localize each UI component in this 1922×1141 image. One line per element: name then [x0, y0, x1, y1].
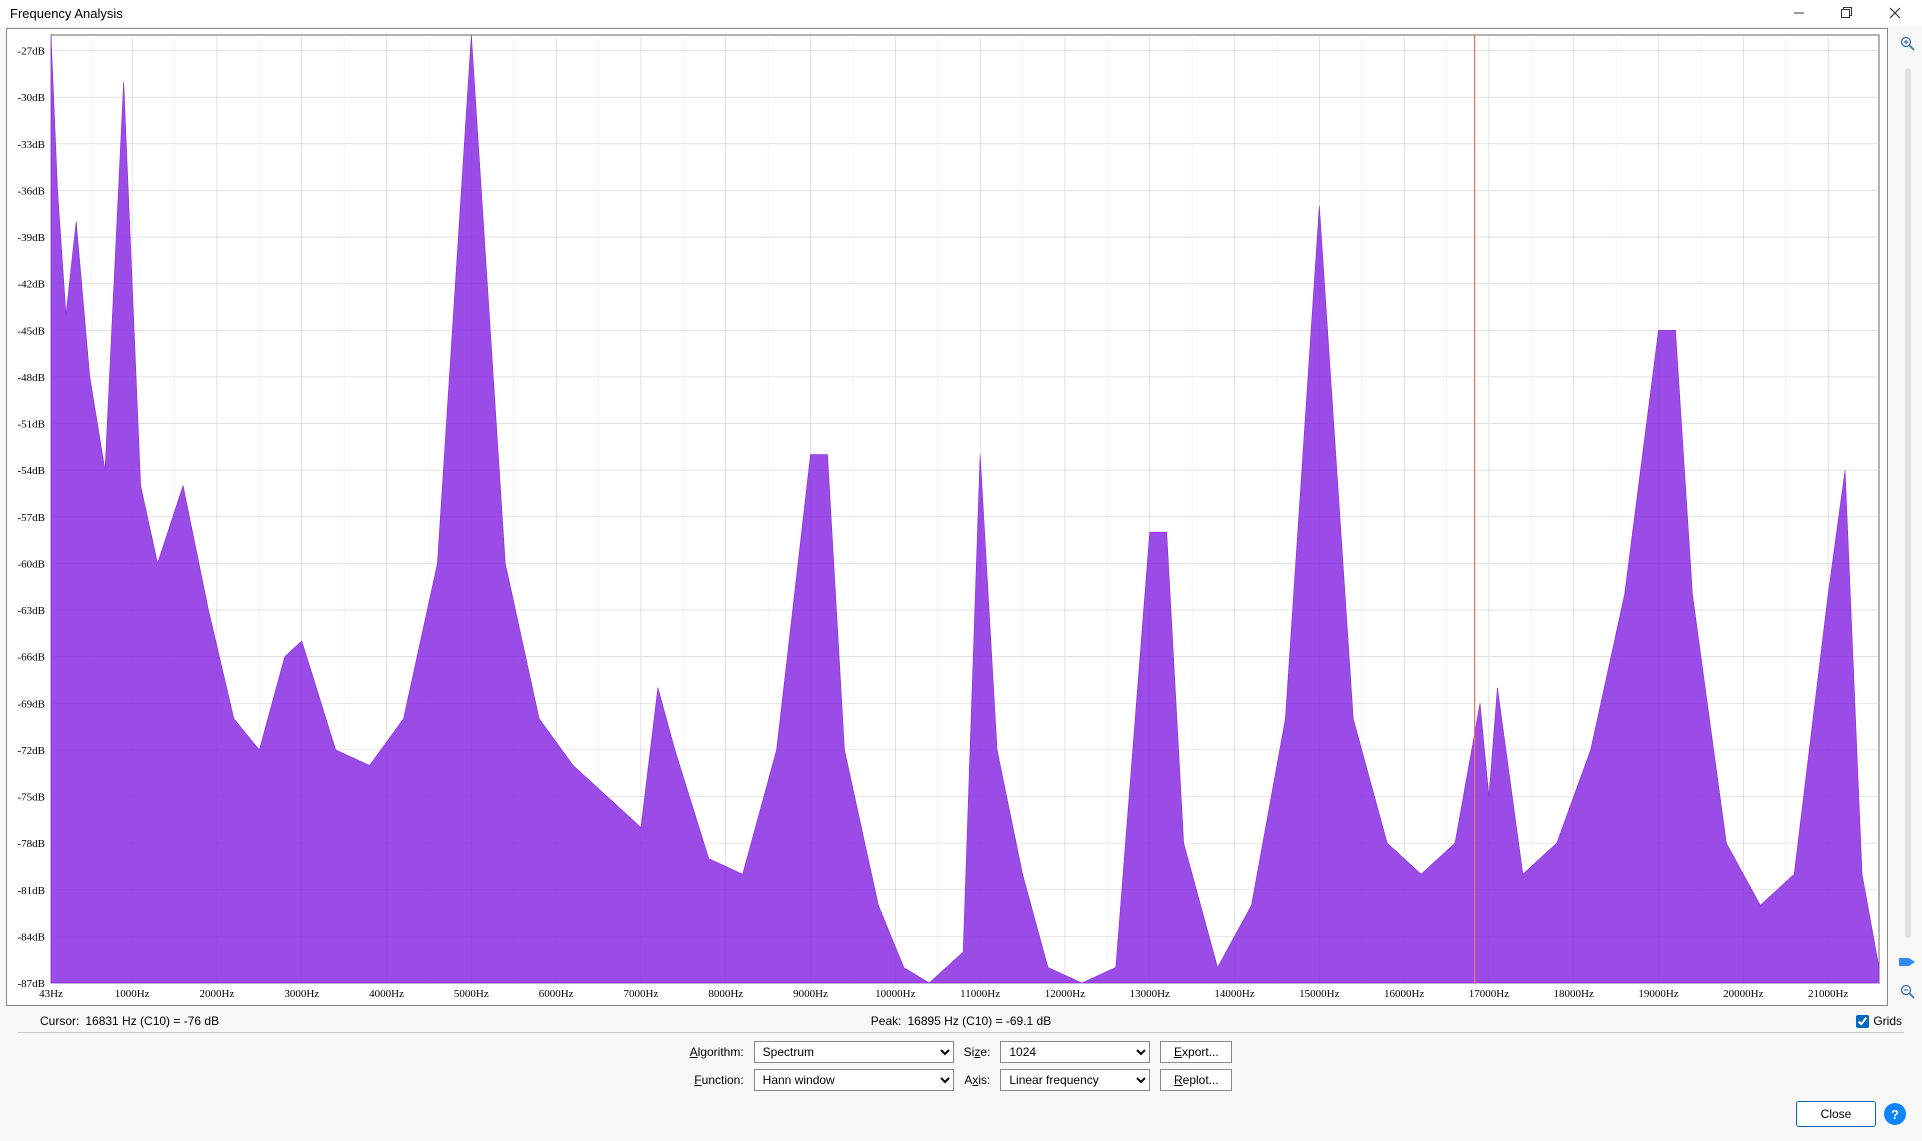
- peak-value: 16895 Hz (C10) = -69.1 dB: [907, 1014, 1051, 1028]
- svg-text:43Hz: 43Hz: [39, 988, 63, 1000]
- tag-button[interactable]: [1898, 952, 1918, 972]
- svg-text:5000Hz: 5000Hz: [454, 988, 489, 1000]
- svg-text:9000Hz: 9000Hz: [793, 988, 828, 1000]
- svg-text:11000Hz: 11000Hz: [960, 988, 1000, 1000]
- svg-text:-72dB: -72dB: [18, 745, 46, 757]
- svg-text:12000Hz: 12000Hz: [1045, 988, 1085, 1000]
- svg-text:-69dB: -69dB: [18, 698, 46, 710]
- grids-checkbox-input[interactable]: [1856, 1015, 1869, 1028]
- svg-text:-63dB: -63dB: [18, 605, 46, 617]
- grids-checkbox[interactable]: Grids: [1856, 1014, 1902, 1028]
- side-scrollbar[interactable]: [1905, 68, 1911, 938]
- help-button[interactable]: ?: [1884, 1103, 1906, 1125]
- maximize-icon: [1841, 7, 1853, 19]
- svg-text:2000Hz: 2000Hz: [200, 988, 235, 1000]
- svg-text:20000Hz: 20000Hz: [1723, 988, 1763, 1000]
- controls-panel: Algorithm: Spectrum Size: 1024 Export...…: [0, 1033, 1922, 1095]
- svg-text:-42dB: -42dB: [18, 279, 46, 291]
- svg-text:-66dB: -66dB: [18, 652, 46, 664]
- zoom-in-button[interactable]: [1898, 34, 1918, 54]
- svg-text:15000Hz: 15000Hz: [1299, 988, 1339, 1000]
- cursor-label: Cursor:: [40, 1014, 79, 1028]
- grids-label: Grids: [1873, 1014, 1902, 1028]
- axis-select[interactable]: Linear frequency: [1000, 1069, 1150, 1091]
- info-row: Cursor: 16831 Hz (C10) = -76 dB Peak: 16…: [0, 1010, 1922, 1032]
- svg-text:-54dB: -54dB: [18, 465, 46, 477]
- zoom-in-icon: [1900, 36, 1916, 52]
- svg-text:-45dB: -45dB: [18, 325, 46, 337]
- svg-text:-60dB: -60dB: [18, 558, 46, 570]
- svg-text:13000Hz: 13000Hz: [1130, 988, 1170, 1000]
- svg-text:3000Hz: 3000Hz: [284, 988, 319, 1000]
- plot-svg: -27dB -30dB -33dB -36dB -39dB -42dB -45dB -48dB…: [7, 29, 1887, 1005]
- close-button[interactable]: Close: [1796, 1101, 1876, 1127]
- svg-text:-81dB: -81dB: [18, 885, 46, 897]
- svg-text:-84dB: -84dB: [18, 931, 46, 943]
- plot-wrap: -27dB -30dB -33dB -36dB -39dB -42dB -45dB -48dB…: [0, 26, 1894, 1010]
- zoom-out-icon: [1900, 984, 1916, 1000]
- svg-text:-30dB: -30dB: [18, 92, 46, 104]
- close-button-label-rest: lose: [1829, 1107, 1851, 1121]
- svg-text:14000Hz: 14000Hz: [1214, 988, 1254, 1000]
- zoom-out-button[interactable]: [1898, 982, 1918, 1002]
- svg-text:-39dB: -39dB: [18, 232, 46, 244]
- svg-text:-33dB: -33dB: [18, 139, 46, 151]
- function-label: Function:: [690, 1073, 744, 1087]
- axis-label: Axis:: [964, 1073, 991, 1087]
- peak-label: Peak:: [871, 1014, 902, 1028]
- size-label: Size:: [964, 1045, 991, 1059]
- close-window-button[interactable]: [1878, 2, 1912, 24]
- export-button[interactable]: Export...: [1160, 1041, 1232, 1063]
- svg-text:-36dB: -36dB: [18, 185, 46, 197]
- replot-button[interactable]: Replot...: [1160, 1069, 1232, 1091]
- algorithm-label: Algorithm:: [690, 1045, 744, 1059]
- size-select[interactable]: 1024: [1000, 1041, 1150, 1063]
- svg-text:17000Hz: 17000Hz: [1469, 988, 1509, 1000]
- svg-text:18000Hz: 18000Hz: [1554, 988, 1594, 1000]
- svg-text:-27dB: -27dB: [18, 46, 46, 58]
- svg-text:4000Hz: 4000Hz: [369, 988, 404, 1000]
- svg-text:21000Hz: 21000Hz: [1808, 988, 1848, 1000]
- svg-text:-78dB: -78dB: [18, 838, 46, 850]
- svg-text:8000Hz: 8000Hz: [708, 988, 743, 1000]
- svg-text:19000Hz: 19000Hz: [1638, 988, 1678, 1000]
- window-title: Frequency Analysis: [6, 6, 123, 21]
- titlebar: Frequency Analysis: [0, 0, 1922, 26]
- svg-text:-48dB: -48dB: [18, 372, 46, 384]
- tag-icon: [1899, 955, 1917, 969]
- side-toolbar: [1894, 26, 1922, 1010]
- function-select[interactable]: Hann window: [754, 1069, 954, 1091]
- svg-text:16000Hz: 16000Hz: [1384, 988, 1424, 1000]
- svg-text:10000Hz: 10000Hz: [875, 988, 915, 1000]
- svg-text:1000Hz: 1000Hz: [115, 988, 150, 1000]
- spectrum-plot[interactable]: -27dB -30dB -33dB -36dB -39dB -42dB -45dB -48dB…: [6, 28, 1888, 1006]
- svg-text:-75dB: -75dB: [18, 792, 46, 804]
- cursor-value: 16831 Hz (C10) = -76 dB: [85, 1014, 219, 1028]
- algorithm-select[interactable]: Spectrum: [754, 1041, 954, 1063]
- svg-text:-57dB: -57dB: [18, 512, 46, 524]
- minimize-icon: [1793, 7, 1805, 19]
- svg-text:6000Hz: 6000Hz: [539, 988, 574, 1000]
- close-icon: [1889, 7, 1901, 19]
- bottom-row: Close ?: [0, 1095, 1922, 1141]
- svg-text:-51dB: -51dB: [18, 419, 46, 431]
- minimize-button[interactable]: [1782, 2, 1816, 24]
- svg-text:7000Hz: 7000Hz: [624, 988, 659, 1000]
- window-controls: [1782, 2, 1916, 24]
- main-area: -27dB -30dB -33dB -36dB -39dB -42dB -45dB -48dB…: [0, 26, 1922, 1010]
- maximize-button[interactable]: [1830, 2, 1864, 24]
